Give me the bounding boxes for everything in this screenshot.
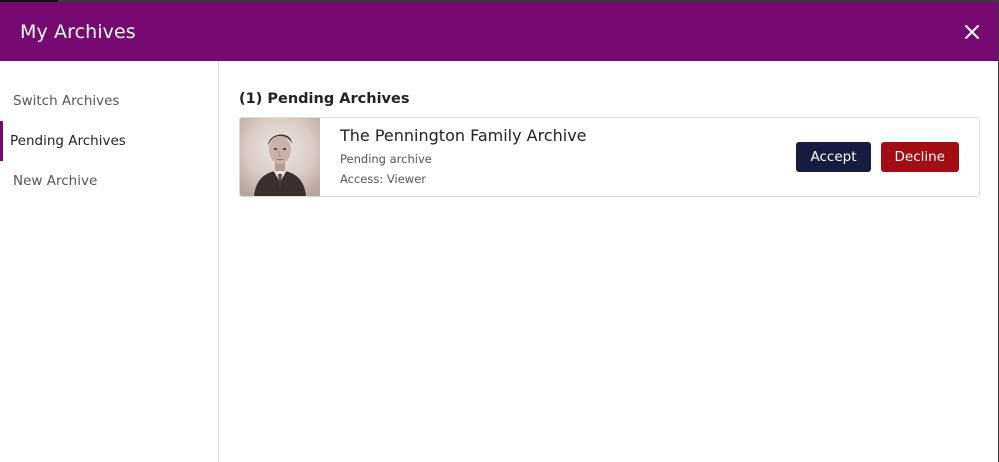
sidebar-item-label: Pending Archives <box>10 133 126 149</box>
archive-portrait-thumbnail <box>240 118 320 196</box>
sidebar: Switch Archives Pending Archives New Arc… <box>0 61 219 462</box>
sidebar-item-switch-archives[interactable]: Switch Archives <box>0 81 218 121</box>
archive-actions: Accept Decline <box>796 142 979 172</box>
archive-status: Pending archive <box>340 151 432 166</box>
my-archives-dialog: My Archives Switch Archives Pending Arch… <box>0 2 998 462</box>
dialog-header: My Archives <box>0 2 998 61</box>
pending-archive-card: The Pennington Family Archive Pending ar… <box>239 117 980 197</box>
archive-access: Access: Viewer <box>340 171 426 186</box>
close-button[interactable] <box>960 20 984 44</box>
accept-button[interactable]: Accept <box>796 142 871 172</box>
close-icon <box>965 24 979 39</box>
archive-info: The Pennington Family Archive Pending ar… <box>320 126 796 189</box>
archive-name: The Pennington Family Archive <box>340 125 587 145</box>
decline-button[interactable]: Decline <box>880 142 959 172</box>
sidebar-item-new-archive[interactable]: New Archive <box>0 161 218 201</box>
dialog-title: My Archives <box>20 20 136 43</box>
main-content: (1) Pending Archives The Pennington Fami… <box>219 61 998 462</box>
sidebar-item-label: Switch Archives <box>13 93 120 109</box>
sidebar-item-pending-archives[interactable]: Pending Archives <box>0 121 218 161</box>
sidebar-item-label: New Archive <box>13 173 98 189</box>
dialog-body: Switch Archives Pending Archives New Arc… <box>0 61 998 462</box>
section-title: (1) Pending Archives <box>239 91 410 107</box>
